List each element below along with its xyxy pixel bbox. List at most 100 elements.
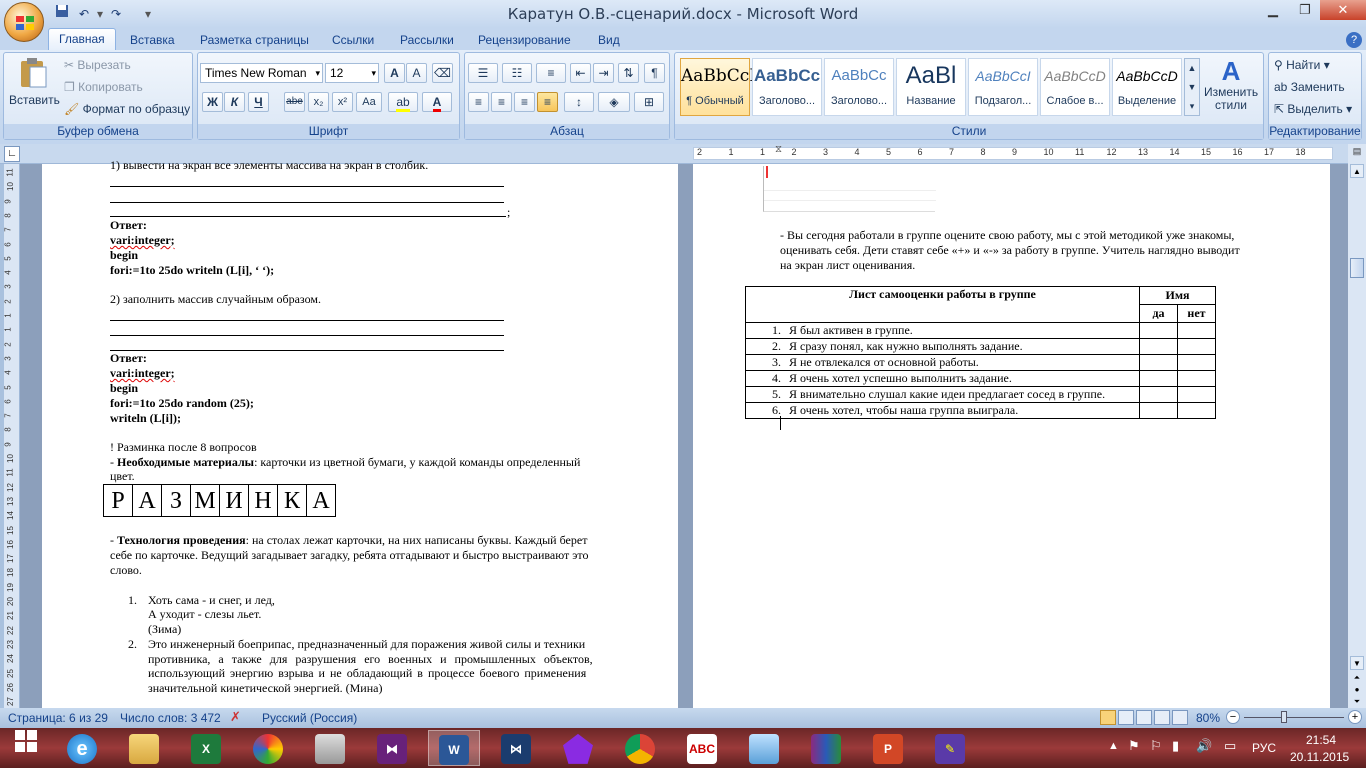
- taskbar-ie[interactable]: e: [56, 730, 108, 766]
- draft-view-icon[interactable]: [1172, 710, 1188, 725]
- numbering-button[interactable]: ☷: [502, 63, 532, 83]
- style-title[interactable]: AaBl Название: [896, 58, 966, 116]
- replace-button[interactable]: ab Заменить: [1274, 80, 1345, 94]
- justify-button[interactable]: ≡: [537, 92, 558, 112]
- font-name-select[interactable]: Times New Roman ▾: [200, 63, 323, 83]
- browse-object-icon[interactable]: ●: [1350, 684, 1364, 696]
- volume-icon[interactable]: 🔊: [1196, 738, 1212, 754]
- zoom-slider-thumb[interactable]: [1281, 711, 1287, 723]
- office-button[interactable]: [4, 2, 44, 42]
- tab-insert[interactable]: Вставка: [120, 30, 185, 50]
- zoom-in-button[interactable]: +: [1348, 710, 1362, 724]
- bold-button[interactable]: Ж: [202, 92, 223, 112]
- align-left-button[interactable]: ≡: [468, 92, 489, 112]
- taskbar-app[interactable]: ✎: [924, 730, 976, 766]
- superscript-button[interactable]: x²: [332, 92, 353, 112]
- flag-icon[interactable]: ⚐: [1150, 738, 1162, 754]
- minimize-button[interactable]: ▁: [1256, 0, 1290, 20]
- prev-page-icon[interactable]: ⏶: [1350, 672, 1364, 684]
- tab-selector[interactable]: ∟: [4, 146, 20, 162]
- taskbar-word[interactable]: W: [428, 730, 480, 766]
- strikethrough-button[interactable]: abe: [284, 92, 305, 112]
- subscript-button[interactable]: x₂: [308, 92, 329, 112]
- spellcheck-icon[interactable]: ✗: [230, 709, 241, 725]
- scroll-up-button[interactable]: ▲: [1350, 164, 1364, 178]
- copy-button[interactable]: ❐ Копировать: [64, 80, 143, 94]
- font-size-select[interactable]: 12 ▾: [325, 63, 379, 83]
- tab-layout[interactable]: Разметка страницы: [190, 30, 319, 50]
- select-button[interactable]: ⇱ Выделить ▾: [1274, 102, 1352, 116]
- customize-toolbar-icon[interactable]: ▾: [138, 4, 158, 24]
- change-styles-button[interactable]: A Изменить стили: [1204, 56, 1258, 112]
- self-assessment-table[interactable]: Лист самооценки работы в группе Имя да н…: [745, 286, 1216, 419]
- taskbar-vs-alt[interactable]: ⋈: [490, 730, 542, 766]
- zoom-out-button[interactable]: −: [1226, 710, 1240, 724]
- language-status[interactable]: Русский (Россия): [262, 711, 357, 725]
- taskbar-app[interactable]: [738, 730, 790, 766]
- taskbar-powerpoint[interactable]: P: [862, 730, 914, 766]
- web-layout-view-icon[interactable]: [1136, 710, 1152, 725]
- tab-mailings[interactable]: Рассылки: [390, 30, 464, 50]
- signal-icon[interactable]: ▮: [1172, 738, 1179, 754]
- style-emphasis[interactable]: AaBbCcD Выделение: [1112, 58, 1182, 116]
- scroll-down-button[interactable]: ▼: [1350, 656, 1364, 670]
- input-language[interactable]: РУС: [1252, 741, 1276, 755]
- scroll-thumb[interactable]: [1350, 258, 1364, 278]
- line-spacing-button[interactable]: ↕: [564, 92, 594, 112]
- taskbar-visual-studio[interactable]: ⧓: [366, 730, 418, 766]
- redo-icon[interactable]: ↷: [106, 4, 126, 24]
- image-fragment[interactable]: [763, 166, 936, 212]
- tab-home[interactable]: Главная: [48, 28, 116, 50]
- ruler-toggle-icon[interactable]: ▤: [1350, 146, 1364, 160]
- help-icon[interactable]: ?: [1346, 32, 1362, 48]
- vertical-scrollbar[interactable]: [1348, 144, 1366, 708]
- zoom-slider-track[interactable]: [1244, 717, 1344, 718]
- decrease-indent-button[interactable]: ⇤: [570, 63, 591, 83]
- shading-button[interactable]: ◈: [598, 92, 630, 112]
- taskbar-app[interactable]: [552, 730, 604, 766]
- increase-indent-button[interactable]: ⇥: [593, 63, 614, 83]
- style-subtle-emphasis[interactable]: AaBbCcD Слабое в...: [1040, 58, 1110, 116]
- taskbar-chrome[interactable]: [614, 730, 666, 766]
- find-button[interactable]: ⚲ Найти ▾: [1274, 58, 1330, 72]
- restore-button[interactable]: ❐: [1288, 0, 1322, 20]
- highlight-button[interactable]: ab: [388, 92, 418, 112]
- show-marks-button[interactable]: ¶: [644, 63, 665, 83]
- battery-icon[interactable]: ▭: [1224, 738, 1236, 754]
- style-normal[interactable]: AaBbCcI ¶ Обычный: [680, 58, 756, 116]
- grow-font-button[interactable]: A: [384, 63, 405, 83]
- font-color-button[interactable]: A: [422, 92, 452, 112]
- align-center-button[interactable]: ≡: [491, 92, 512, 112]
- indent-marker[interactable]: ⧖: [775, 144, 782, 155]
- taskbar-app[interactable]: [242, 730, 294, 766]
- sort-button[interactable]: ⇅: [618, 63, 639, 83]
- zoom-level[interactable]: 80%: [1196, 711, 1220, 725]
- taskbar-winrar[interactable]: [800, 730, 852, 766]
- styles-scroll[interactable]: ▲ ▼ ▾: [1184, 58, 1200, 116]
- style-subtitle[interactable]: AaBbCcI Подзагол...: [968, 58, 1038, 116]
- start-button[interactable]: [0, 730, 52, 766]
- align-right-button[interactable]: ≡: [514, 92, 535, 112]
- next-page-icon[interactable]: ⏷: [1350, 696, 1364, 708]
- clock-date[interactable]: 20.11.2015: [1290, 750, 1349, 764]
- bullets-button[interactable]: ☰: [468, 63, 498, 83]
- print-layout-view-icon[interactable]: [1100, 710, 1116, 725]
- taskbar-abc-net[interactable]: ABC: [676, 730, 728, 766]
- tray-arrow-icon[interactable]: ▲: [1108, 740, 1119, 752]
- taskbar-app[interactable]: [304, 730, 356, 766]
- tab-review[interactable]: Рецензирование: [468, 30, 581, 50]
- clear-format-button[interactable]: ⌫: [432, 63, 453, 83]
- italic-button[interactable]: К: [224, 92, 245, 112]
- tab-view[interactable]: Вид: [588, 30, 630, 50]
- shrink-font-button[interactable]: A: [406, 63, 427, 83]
- outline-view-icon[interactable]: [1154, 710, 1170, 725]
- taskbar-explorer[interactable]: [118, 730, 170, 766]
- change-case-button[interactable]: Aa: [356, 92, 382, 112]
- underline-button[interactable]: Ч: [248, 92, 269, 112]
- save-icon[interactable]: [52, 4, 72, 24]
- full-screen-view-icon[interactable]: [1118, 710, 1134, 725]
- clock-time[interactable]: 21:54: [1306, 733, 1336, 747]
- borders-button[interactable]: ⊞: [634, 92, 664, 112]
- word-count[interactable]: Число слов: 3 472: [120, 711, 221, 725]
- close-button[interactable]: ✕: [1320, 0, 1366, 20]
